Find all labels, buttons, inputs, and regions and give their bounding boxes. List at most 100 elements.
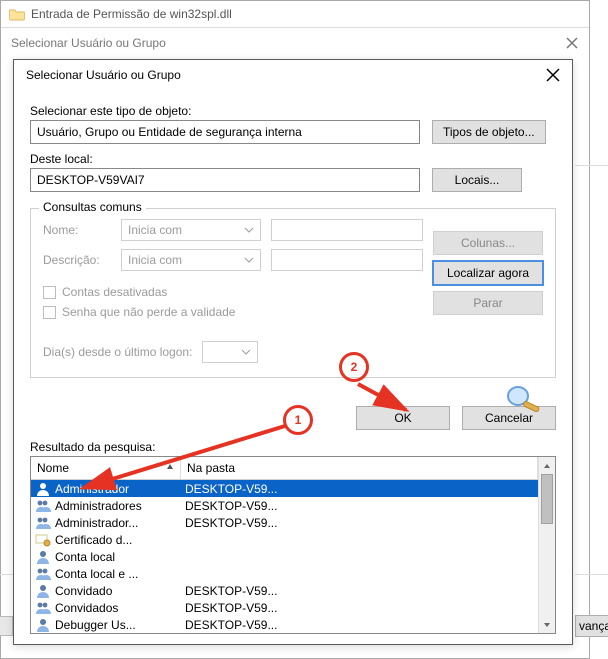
days-since-logon-label: Dia(s) desde o último logon: bbox=[43, 345, 192, 359]
disabled-accounts-checkbox[interactable]: Contas desativadas bbox=[43, 285, 423, 299]
columns-button[interactable]: Colunas... bbox=[433, 231, 543, 255]
stop-button[interactable]: Parar bbox=[433, 291, 543, 315]
cell-folder: DESKTOP-V59... bbox=[181, 584, 538, 598]
table-row[interactable]: Certificado d... bbox=[31, 531, 538, 548]
bg-decoration bbox=[0, 574, 14, 575]
object-types-button[interactable]: Tipos de objeto... bbox=[432, 120, 546, 144]
scroll-thumb[interactable] bbox=[541, 474, 553, 524]
cell-folder: DESKTOP-V59... bbox=[181, 601, 538, 615]
cell-folder: DESKTOP-V59... bbox=[181, 516, 538, 530]
description-match-value: Inicia com bbox=[128, 253, 182, 267]
cell-name: Administradores bbox=[31, 498, 181, 514]
name-label: Nome: bbox=[43, 223, 111, 237]
scroll-down-icon[interactable] bbox=[539, 616, 555, 633]
table-row[interactable]: Administrador... DESKTOP-V59... bbox=[31, 514, 538, 531]
result-name: Convidados bbox=[55, 601, 118, 615]
days-since-logon-select[interactable] bbox=[202, 341, 258, 363]
name-input[interactable] bbox=[271, 219, 423, 241]
parent-titlebar: Entrada de Permissão de win32spl.dll bbox=[1, 1, 589, 28]
bg-advanced-label: vançadas bbox=[579, 619, 608, 633]
chevron-down-icon bbox=[244, 255, 254, 265]
nonexpiring-pw-checkbox[interactable]: Senha que não perde a validade bbox=[43, 305, 423, 319]
description-input[interactable] bbox=[271, 249, 423, 271]
bg-decoration bbox=[575, 165, 608, 166]
results-table: Nome Na pasta Administrador DESKTOP-V59..… bbox=[30, 456, 556, 634]
cell-name: Debugger Us... bbox=[31, 617, 181, 633]
user-icon bbox=[35, 617, 51, 633]
object-type-label: Selecionar este tipo de objeto: bbox=[30, 104, 556, 118]
checkbox-icon bbox=[43, 286, 56, 299]
cell-name: Convidado bbox=[31, 583, 181, 599]
common-queries-legend: Consultas comuns bbox=[39, 200, 146, 214]
description-match-select[interactable]: Inicia com bbox=[121, 249, 261, 271]
cell-folder: DESKTOP-V59... bbox=[181, 499, 538, 513]
user-icon bbox=[35, 549, 51, 565]
group-icon bbox=[35, 566, 51, 582]
user-icon bbox=[35, 481, 51, 497]
vertical-scrollbar[interactable] bbox=[538, 457, 555, 633]
table-row[interactable]: Convidados DESKTOP-V59... bbox=[31, 599, 538, 616]
find-now-button[interactable]: Localizar agora bbox=[433, 261, 543, 285]
column-header-folder[interactable]: Na pasta bbox=[181, 457, 538, 479]
table-row[interactable]: Conta local bbox=[31, 548, 538, 565]
group-icon bbox=[35, 600, 51, 616]
cell-name: Conta local bbox=[31, 549, 181, 565]
search-results-label: Resultado da pesquisa: bbox=[30, 440, 556, 454]
checkbox-icon bbox=[43, 306, 56, 319]
bg-advanced-button-fragment[interactable]: vançadas bbox=[575, 615, 608, 637]
result-name: Conta local bbox=[55, 550, 115, 564]
column-header-name[interactable]: Nome bbox=[31, 457, 181, 479]
scroll-up-icon[interactable] bbox=[539, 457, 555, 474]
name-match-select[interactable]: Inicia com bbox=[121, 219, 261, 241]
ok-button[interactable]: OK bbox=[356, 406, 450, 430]
close-icon[interactable] bbox=[546, 68, 560, 82]
parent-subdialog-title: Selecionar Usuário ou Grupo bbox=[11, 36, 166, 50]
dialog-titlebar: Selecionar Usuário ou Grupo bbox=[14, 60, 572, 90]
result-name: Administrador... bbox=[55, 516, 138, 530]
cert-icon bbox=[35, 532, 51, 548]
dialog-title: Selecionar Usuário ou Grupo bbox=[26, 68, 181, 82]
name-match-value: Inicia com bbox=[128, 223, 182, 237]
parent-subdialog-titlebar: Selecionar Usuário ou Grupo bbox=[1, 28, 589, 58]
user-icon bbox=[35, 583, 51, 599]
description-label: Descrição: bbox=[43, 253, 111, 267]
table-row[interactable]: Convidado DESKTOP-V59... bbox=[31, 582, 538, 599]
chevron-down-icon bbox=[241, 347, 251, 357]
folder-icon bbox=[9, 7, 25, 21]
sort-asc-icon bbox=[166, 463, 174, 471]
common-queries-group: Consultas comuns Nome: Inicia com Coluna… bbox=[30, 208, 556, 378]
cell-name: Administrador bbox=[31, 481, 181, 497]
bg-decoration bbox=[575, 574, 608, 575]
column-header-name-label: Nome bbox=[37, 461, 69, 475]
cell-name: Convidados bbox=[31, 600, 181, 616]
result-name: Convidado bbox=[55, 584, 112, 598]
search-magnifier-icon bbox=[504, 382, 544, 412]
group-icon bbox=[35, 515, 51, 531]
table-row[interactable]: Administradores DESKTOP-V59... bbox=[31, 497, 538, 514]
cell-folder: DESKTOP-V59... bbox=[181, 618, 538, 632]
cell-name: Administrador... bbox=[31, 515, 181, 531]
close-icon[interactable] bbox=[565, 36, 579, 50]
location-label: Deste local: bbox=[30, 152, 556, 166]
column-header-folder-label: Na pasta bbox=[187, 461, 235, 475]
object-type-input[interactable] bbox=[30, 120, 420, 144]
result-name: Conta local e ... bbox=[55, 567, 138, 581]
nonexpiring-pw-label: Senha que não perde a validade bbox=[62, 305, 235, 319]
cell-folder: DESKTOP-V59... bbox=[181, 482, 538, 496]
disabled-accounts-label: Contas desativadas bbox=[62, 285, 167, 299]
table-row[interactable]: Conta local e ... bbox=[31, 565, 538, 582]
result-name: Certificado d... bbox=[55, 533, 132, 547]
parent-title: Entrada de Permissão de win32spl.dll bbox=[31, 7, 232, 21]
table-row[interactable]: Administrador DESKTOP-V59... bbox=[31, 480, 538, 497]
table-row[interactable]: Debugger Us... DESKTOP-V59... bbox=[31, 616, 538, 633]
locations-button[interactable]: Locais... bbox=[432, 168, 522, 192]
location-input[interactable] bbox=[30, 168, 420, 192]
result-name: Administrador bbox=[55, 482, 129, 496]
result-name: Administradores bbox=[55, 499, 142, 513]
result-name: Debugger Us... bbox=[55, 618, 136, 632]
cell-name: Certificado d... bbox=[31, 532, 181, 548]
select-user-dialog: Selecionar Usuário ou Grupo Selecionar e… bbox=[13, 59, 573, 645]
chevron-down-icon bbox=[244, 225, 254, 235]
bg-button-fragment bbox=[0, 616, 13, 636]
cell-name: Conta local e ... bbox=[31, 566, 181, 582]
